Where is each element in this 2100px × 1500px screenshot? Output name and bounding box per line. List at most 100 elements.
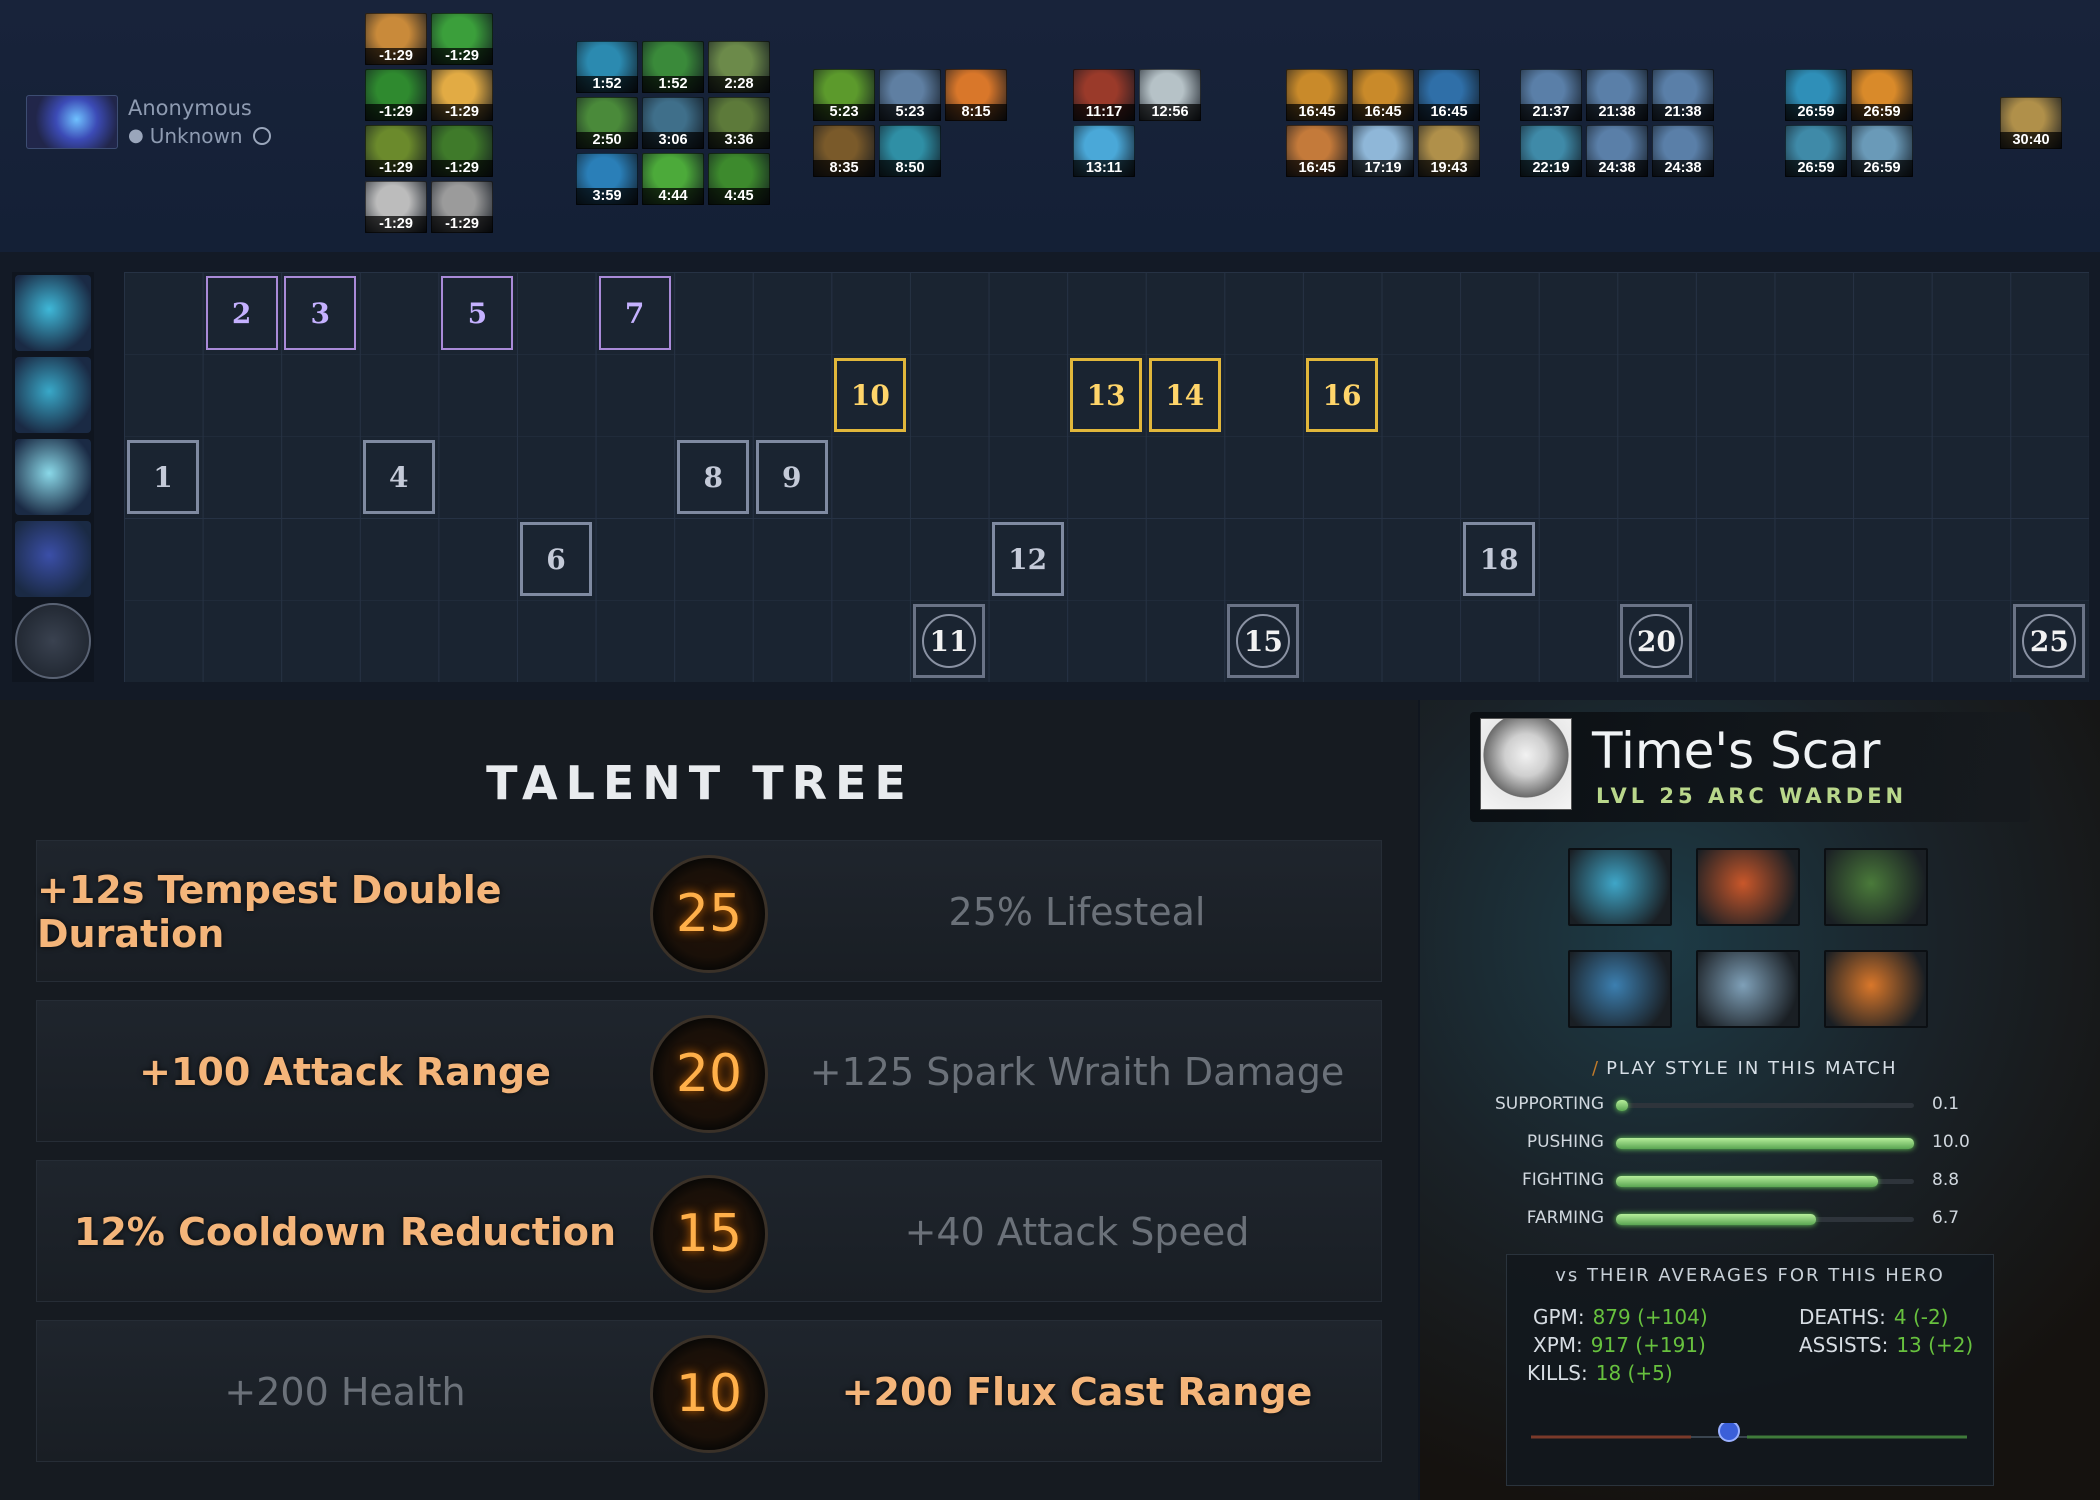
talent-level-marker[interactable]: 15 [1227, 604, 1300, 678]
skill-level-marker[interactable]: 2 [205, 276, 278, 350]
item-time: 8:35 [813, 160, 875, 177]
timeline-item[interactable]: 16:45 [1352, 69, 1414, 121]
talent-level-badge: 10 [650, 1335, 768, 1453]
timeline-item[interactable]: 3:36 [708, 97, 770, 149]
timeline-item[interactable]: 30:40 [2000, 97, 2062, 149]
timeline-item[interactable]: -1:29 [365, 69, 427, 121]
timeline-item[interactable]: 8:35 [813, 125, 875, 177]
timeline-item[interactable]: 22:19 [1520, 125, 1582, 177]
timeline-item[interactable]: -1:29 [365, 181, 427, 233]
talent-tree-title: TALENT TREE [486, 756, 914, 810]
item-icon[interactable] [1568, 950, 1672, 1028]
skill-level-number: 16 [1322, 378, 1362, 412]
talent-level-marker[interactable]: 25 [2013, 604, 2086, 678]
item-time: 24:38 [1586, 160, 1648, 177]
timeline-item[interactable]: 5:23 [813, 69, 875, 121]
timeline-item[interactable]: 16:45 [1286, 125, 1348, 177]
timeline-item[interactable]: 3:06 [642, 97, 704, 149]
skill-level-marker[interactable]: 6 [520, 522, 592, 596]
item-time: 13:11 [1073, 160, 1135, 177]
timeline-item[interactable]: -1:29 [431, 125, 493, 177]
item-time: -1:29 [431, 104, 493, 121]
player-photo [1480, 718, 1572, 810]
timeline-item[interactable]: 24:38 [1652, 125, 1714, 177]
playstyle-track [1616, 1214, 1914, 1225]
skill-level-marker[interactable]: 4 [362, 440, 435, 514]
talent-level-marker[interactable]: 20 [1620, 604, 1693, 678]
timeline-item[interactable]: 5:23 [879, 69, 941, 121]
item-icon[interactable] [1568, 848, 1672, 926]
playstyle-fill [1616, 1176, 1879, 1187]
timeline-item[interactable]: 16:45 [1418, 69, 1480, 121]
skill-level-marker[interactable]: 16 [1306, 358, 1378, 432]
timeline-item[interactable]: 17:19 [1352, 125, 1414, 177]
skill-level-marker[interactable]: 9 [755, 440, 828, 514]
item-time: 5:23 [879, 104, 941, 121]
magnetic-field-icon[interactable] [15, 357, 91, 433]
timeline-item[interactable]: 16:45 [1286, 69, 1348, 121]
talent-level-marker[interactable]: 11 [913, 604, 985, 678]
timeline-item[interactable]: 4:45 [708, 153, 770, 205]
averages-title: vs THEIR AVERAGES FOR THIS HERO [1555, 1265, 1945, 1286]
timeline-item[interactable]: 26:59 [1851, 125, 1913, 177]
skill-level-marker[interactable]: 14 [1148, 358, 1221, 432]
skill-level-number: 12 [1008, 542, 1048, 576]
item-time: 21:38 [1652, 104, 1714, 121]
xpm-value: 917 (+191) [1590, 1333, 1706, 1357]
spark-wraith-icon[interactable] [15, 439, 91, 515]
skill-level-marker[interactable]: 12 [991, 522, 1064, 596]
timeline-item[interactable]: 1:52 [576, 41, 638, 93]
timeline-item[interactable]: -1:29 [431, 181, 493, 233]
timeline-item[interactable]: 26:59 [1785, 69, 1847, 121]
item-time: 16:45 [1418, 104, 1480, 121]
timeline-item[interactable]: 26:59 [1851, 69, 1913, 121]
skill-level-number: 20 [1636, 624, 1676, 658]
item-time: 8:15 [945, 104, 1007, 121]
item-time: 11:17 [1073, 104, 1135, 121]
skill-level-marker[interactable]: 3 [284, 276, 357, 350]
item-icon[interactable] [1824, 950, 1928, 1028]
timeline-item[interactable]: 19:43 [1418, 125, 1480, 177]
performance-bar [1531, 1423, 1967, 1442]
timeline-item[interactable]: 13:11 [1073, 125, 1135, 177]
match-card: Time's Scar LVL 25 ARC WARDEN PLAY STYLE… [1420, 700, 2100, 1500]
timeline-item[interactable]: 24:38 [1586, 125, 1648, 177]
skill-level-marker[interactable]: 18 [1463, 522, 1536, 596]
skill-level-marker[interactable]: 5 [441, 276, 514, 350]
player-status: Unknown [149, 124, 243, 148]
skill-level-marker[interactable]: 7 [598, 276, 671, 350]
item-time: 26:59 [1785, 160, 1847, 177]
talent-icon[interactable] [15, 603, 91, 679]
timeline-item[interactable]: -1:29 [431, 13, 493, 65]
timeline-item[interactable]: 1:52 [642, 41, 704, 93]
tempest-double-icon[interactable] [15, 521, 91, 597]
timeline-item[interactable]: 12:56 [1139, 69, 1201, 121]
gpm-label: GPM: [1533, 1305, 1585, 1329]
timeline-item[interactable]: 2:28 [708, 41, 770, 93]
timeline-item[interactable]: 4:44 [642, 153, 704, 205]
timeline-item[interactable]: -1:29 [365, 125, 427, 177]
timeline-item[interactable]: 2:50 [576, 97, 638, 149]
timeline-item[interactable]: 21:38 [1652, 69, 1714, 121]
timeline-item[interactable]: -1:29 [431, 69, 493, 121]
item-icon[interactable] [1696, 848, 1800, 926]
skill-level-marker[interactable]: 10 [834, 358, 907, 432]
timeline-item[interactable]: 21:37 [1520, 69, 1582, 121]
timeline-item[interactable]: 21:38 [1586, 69, 1648, 121]
timeline-item[interactable]: 26:59 [1785, 125, 1847, 177]
timeline-item[interactable]: 8:15 [945, 69, 1007, 121]
timeline-item[interactable]: 11:17 [1073, 69, 1135, 121]
skill-level-marker[interactable]: 13 [1070, 358, 1143, 432]
timeline-item[interactable]: -1:29 [365, 13, 427, 65]
item-time: 1:52 [642, 76, 704, 93]
flux-icon[interactable] [15, 275, 91, 351]
playstyle-value: 6.7 [1932, 1208, 1960, 1228]
skill-level-marker[interactable]: 8 [677, 440, 750, 514]
player-info[interactable]: Anonymous ● Unknown [26, 94, 271, 150]
timeline-item[interactable]: 8:50 [879, 125, 941, 177]
skill-level-marker[interactable]: 1 [127, 440, 199, 514]
timeline-item[interactable]: 3:59 [576, 153, 638, 205]
playstyle-title: PLAY STYLE IN THIS MATCH [1592, 1058, 1898, 1079]
item-icon[interactable] [1824, 848, 1928, 926]
item-icon[interactable] [1696, 950, 1800, 1028]
